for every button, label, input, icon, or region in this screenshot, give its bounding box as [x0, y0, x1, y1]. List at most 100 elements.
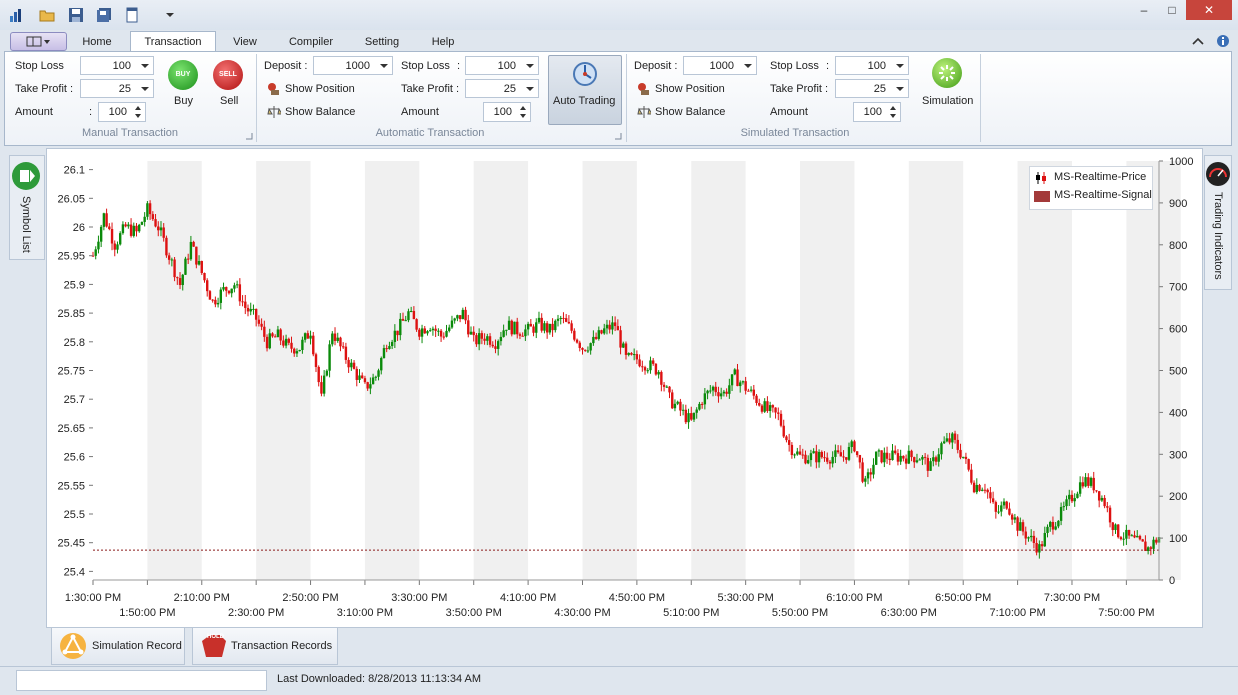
dialog-launcher-icon[interactable] — [245, 131, 253, 140]
candle-down — [570, 323, 573, 331]
spin-up-icon[interactable] — [890, 106, 896, 110]
dialog-launcher-icon[interactable] — [614, 131, 622, 140]
manual-stop-loss-combo[interactable]: 100 — [80, 56, 154, 75]
auto-amount-value: 100 — [493, 106, 512, 118]
manual-amount-spinner[interactable]: 100 — [98, 102, 146, 122]
app-logo-icon[interactable] — [8, 7, 24, 23]
spin-down-icon[interactable] — [520, 114, 526, 118]
simulation-button-label[interactable]: Simulation — [922, 95, 973, 107]
auto-trading-button[interactable]: Auto Trading — [548, 55, 622, 125]
new-document-icon[interactable] — [124, 7, 140, 23]
candle-down — [241, 301, 244, 303]
x-tick-label: 6:10:00 PM — [826, 592, 882, 604]
sell-button-label[interactable]: Sell — [220, 95, 238, 107]
sim-stop-loss-combo[interactable]: 100 — [835, 56, 909, 75]
sim-take-profit-combo[interactable]: 25 — [835, 79, 909, 98]
maximize-button[interactable]: □ — [1158, 0, 1186, 20]
sim-stop-loss-value: 100 — [867, 60, 886, 72]
candle-up — [834, 450, 837, 457]
candle-up — [325, 370, 329, 376]
application-menu-button[interactable] — [10, 32, 67, 51]
candle-up — [189, 241, 193, 260]
spin-down-icon[interactable] — [135, 114, 141, 118]
close-button[interactable]: ✕ — [1186, 0, 1232, 20]
chart-band — [800, 161, 855, 580]
price-chart[interactable]: 26.1 26.05 26 25.95 25.9 25.85 25.8 25.75 25.7 25… — [46, 148, 1203, 628]
candle-up — [268, 333, 271, 349]
symbol-list-panel[interactable]: Symbol List — [9, 155, 45, 260]
simulation-icon[interactable] — [932, 58, 962, 88]
collapse-ribbon-icon[interactable] — [1190, 34, 1206, 48]
tab-view[interactable]: View — [222, 32, 268, 52]
candle-up — [505, 329, 508, 331]
x-tick-label: 1:50:00 PM — [119, 607, 175, 619]
tab-help[interactable]: Help — [422, 32, 464, 52]
manual-take-profit-label: Take Profit : — [15, 83, 74, 95]
open-folder-icon[interactable] — [39, 7, 55, 23]
buy-icon[interactable]: BUY — [168, 60, 198, 90]
auto-deposit-label: Deposit : — [264, 60, 308, 72]
candle-up — [170, 259, 174, 261]
auto-stop-loss-combo[interactable]: 100 — [465, 56, 539, 75]
save-icon[interactable] — [68, 7, 84, 23]
spin-up-icon[interactable] — [520, 106, 526, 110]
buy-button-label[interactable]: Buy — [174, 95, 193, 107]
candle-up — [369, 384, 372, 389]
candle-down — [418, 329, 421, 337]
spin-up-icon[interactable] — [135, 106, 141, 110]
candle-up — [377, 370, 380, 377]
sim-amount-spinner[interactable]: 100 — [853, 102, 901, 122]
candle-down — [815, 451, 818, 463]
candle-down — [211, 299, 214, 301]
candle-up — [143, 216, 146, 222]
candle-down — [823, 457, 826, 459]
sim-show-position-button[interactable]: Show Position — [655, 83, 725, 95]
candle-up — [915, 460, 919, 463]
auto-show-position-button[interactable]: Show Position — [285, 83, 355, 95]
candle-down — [545, 323, 549, 333]
save-all-icon[interactable] — [96, 7, 112, 23]
candle-down — [986, 489, 989, 493]
auto-amount-spinner[interactable]: 100 — [483, 102, 531, 122]
auto-show-balance-button[interactable]: Show Balance — [285, 106, 355, 118]
candle-down — [842, 456, 845, 458]
candle-down — [279, 329, 282, 341]
auto-stop-loss-value: 100 — [497, 60, 516, 72]
candle-down — [787, 440, 791, 445]
candle-down — [1095, 490, 1098, 492]
candle-down — [956, 439, 959, 450]
candle-down — [157, 226, 160, 231]
tab-home[interactable]: Home — [73, 32, 121, 52]
candle-down — [282, 340, 285, 346]
tab-setting[interactable]: Setting — [354, 32, 410, 52]
info-icon[interactable] — [1216, 34, 1230, 48]
candle-up — [399, 318, 402, 336]
tab-compiler[interactable]: Compiler — [280, 32, 342, 52]
candle-up — [181, 274, 184, 286]
auto-deposit-combo[interactable]: 1000 — [313, 56, 393, 75]
candle-up — [728, 385, 731, 394]
candle-down — [355, 368, 358, 380]
sim-show-balance-button[interactable]: Show Balance — [655, 106, 725, 118]
candle-down — [1035, 542, 1038, 553]
candle-down — [214, 299, 217, 305]
candle-down — [858, 455, 862, 463]
chart-band — [908, 161, 964, 580]
auto-take-profit-combo[interactable]: 25 — [465, 79, 539, 98]
manual-take-profit-combo[interactable]: 25 — [80, 79, 154, 98]
sell-icon[interactable]: SELL — [213, 60, 243, 90]
candle-up — [1049, 521, 1052, 527]
trading-indicators-panel[interactable]: Trading Indicators — [1204, 155, 1232, 290]
hold-icon: HOLD — [199, 631, 229, 661]
candle-down — [293, 348, 296, 354]
tab-transaction[interactable]: Transaction — [130, 31, 216, 53]
sim-deposit-combo[interactable]: 1000 — [683, 56, 757, 75]
candle-up — [543, 323, 546, 331]
customize-dropdown-icon[interactable] — [162, 7, 178, 23]
candle-down — [254, 308, 258, 320]
candle-down — [442, 336, 446, 338]
minimize-button[interactable]: – — [1130, 0, 1158, 20]
transaction-records-tab[interactable]: HOLD Transaction Records — [192, 627, 338, 665]
spin-down-icon[interactable] — [890, 114, 896, 118]
simulation-record-tab[interactable]: Simulation Record — [51, 627, 185, 665]
